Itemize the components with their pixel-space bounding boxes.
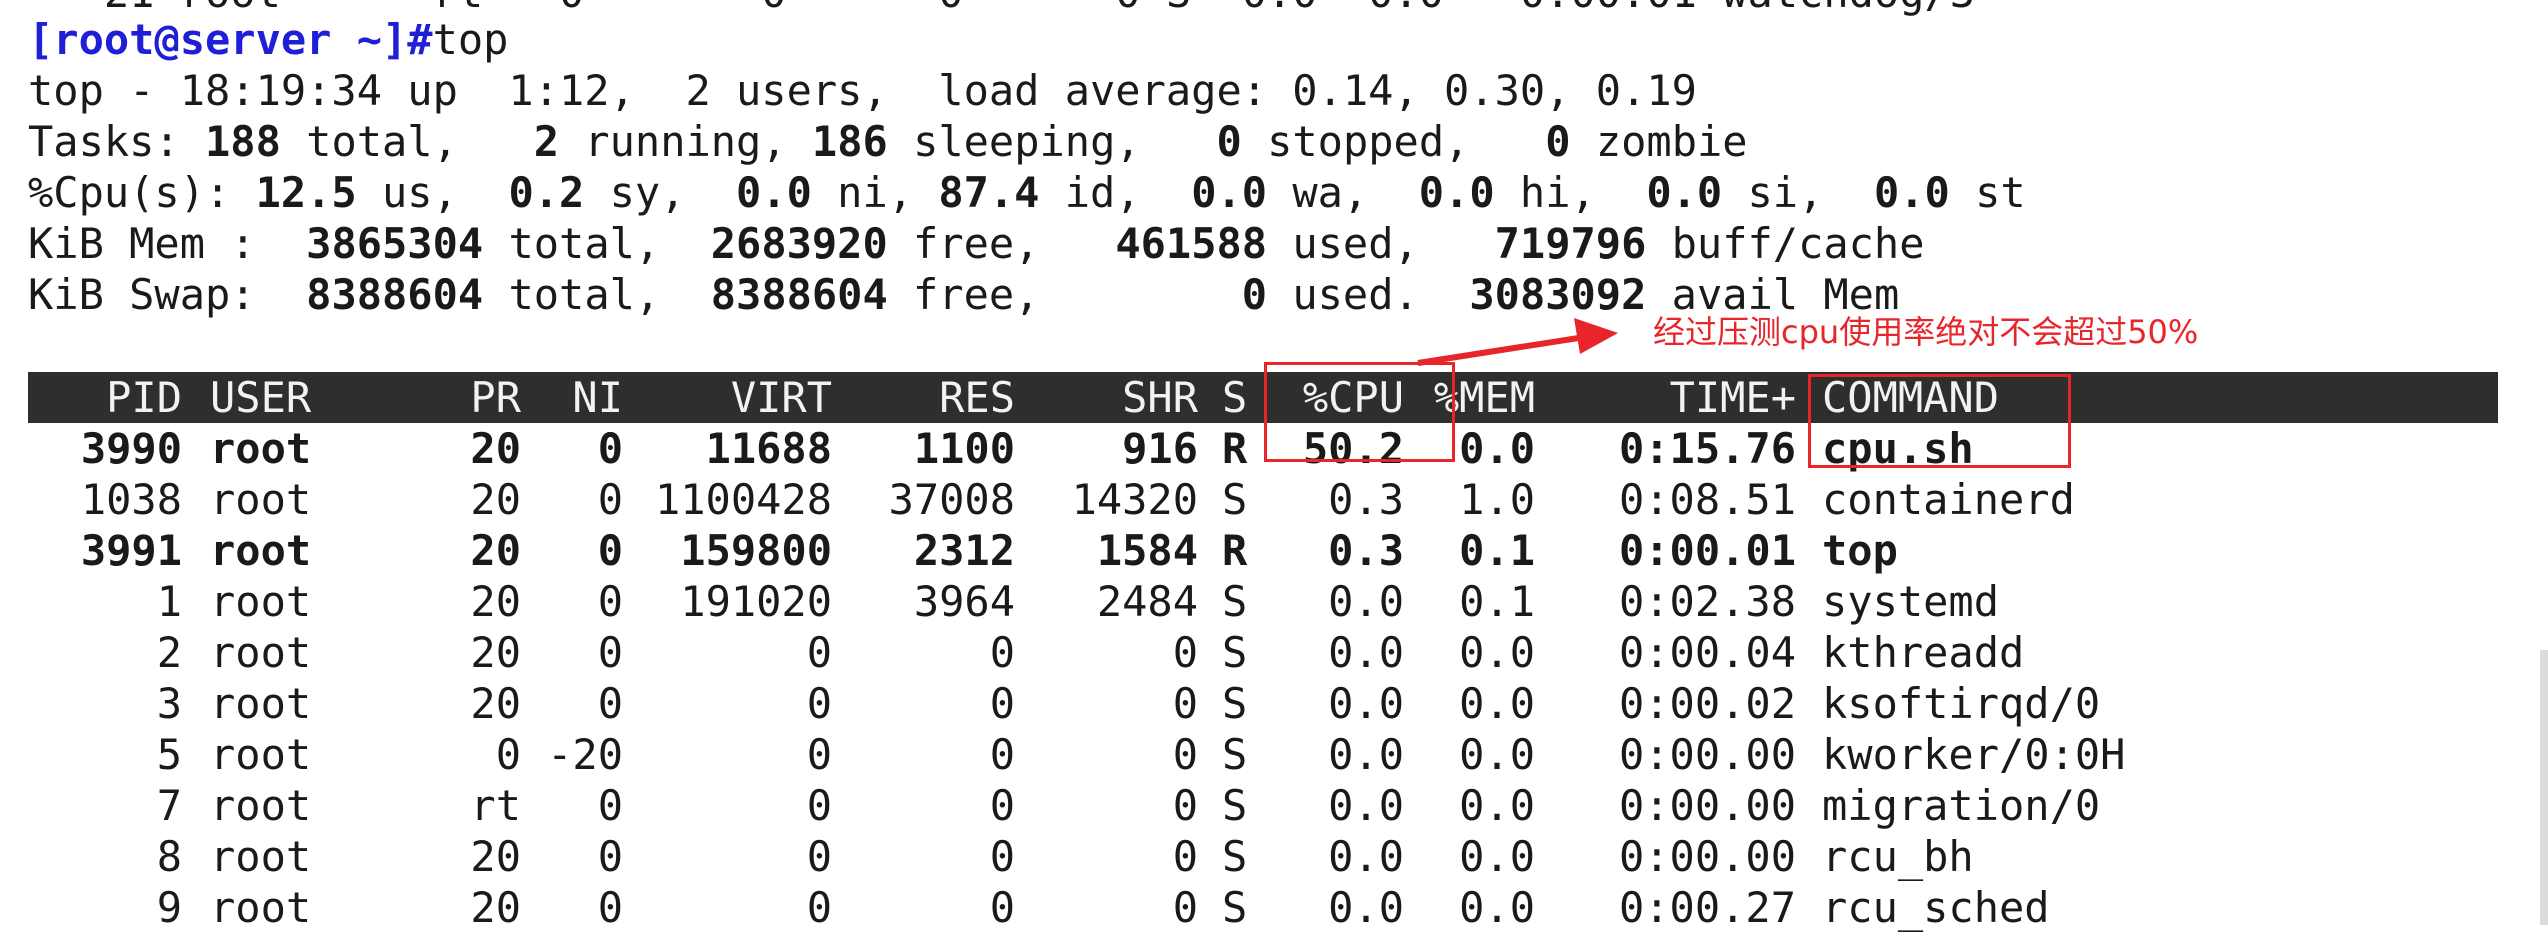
annotation-note: 经过压测cpu使用率绝对不会超过50% bbox=[1653, 313, 2199, 351]
annotation-arrow-icon bbox=[1417, 318, 1618, 366]
scrollbar[interactable] bbox=[2540, 650, 2548, 925]
